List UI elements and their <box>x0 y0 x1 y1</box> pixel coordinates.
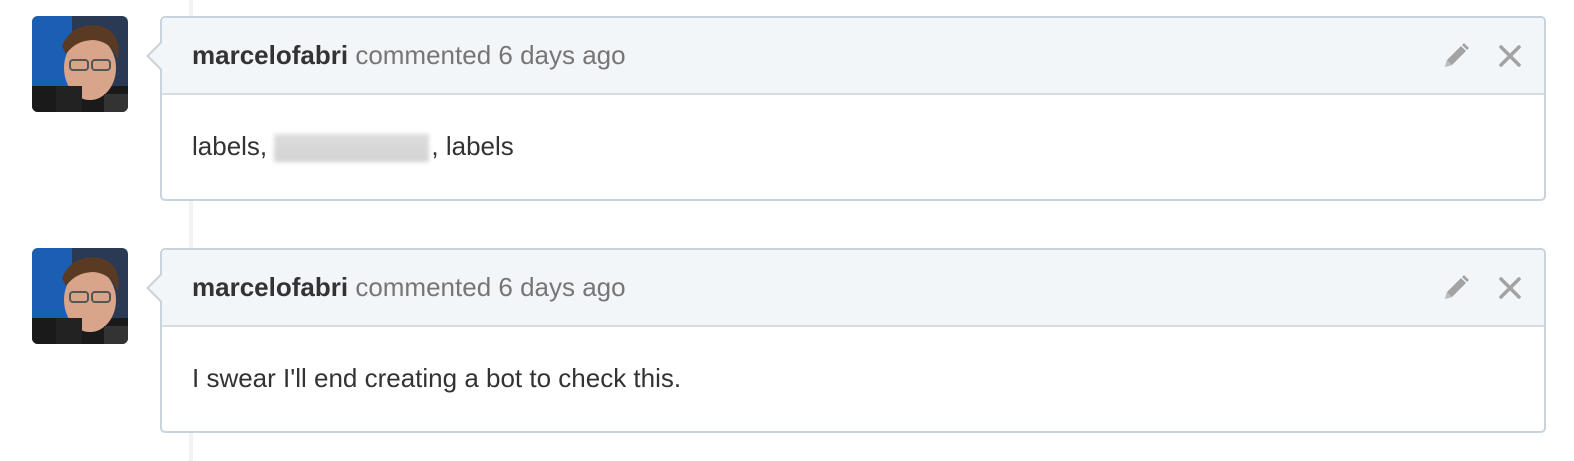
avatar[interactable] <box>32 248 128 344</box>
comment-text-after: , labels <box>431 131 514 161</box>
close-icon <box>1499 44 1521 67</box>
comment-pointer-inner <box>149 42 163 70</box>
comment-text: I swear I'll end creating a bot to check… <box>192 363 682 393</box>
comment-text-before: labels, <box>192 131 268 161</box>
delete-button[interactable] <box>1494 40 1526 72</box>
comment-action: commented <box>355 272 492 302</box>
edit-button[interactable] <box>1440 40 1472 72</box>
close-icon <box>1499 276 1521 299</box>
pencil-icon <box>1445 274 1469 299</box>
avatar-image <box>32 16 128 112</box>
comment-actions <box>1440 250 1526 325</box>
delete-button[interactable] <box>1494 272 1526 304</box>
comment-body: I swear I'll end creating a bot to check… <box>162 327 1544 394</box>
avatar[interactable] <box>32 16 128 112</box>
comment-author[interactable]: marcelofabri <box>192 272 348 302</box>
comment-pointer-inner <box>149 274 163 302</box>
comment-header: marcelofabri commented 6 days ago <box>162 18 1544 95</box>
redacted-text <box>274 134 430 163</box>
avatar-image <box>32 248 128 344</box>
pencil-icon <box>1445 42 1469 67</box>
comment-body: labels, , labels <box>162 95 1544 163</box>
comment-time[interactable]: 6 days ago <box>498 40 625 70</box>
edit-button[interactable] <box>1440 272 1472 304</box>
comment-author[interactable]: marcelofabri <box>192 40 348 70</box>
comment-actions <box>1440 18 1526 93</box>
comment-box: marcelofabri commented 6 days ago <box>160 16 1546 201</box>
comment-time[interactable]: 6 days ago <box>498 272 625 302</box>
comment-header: marcelofabri commented 6 days ago <box>162 250 1544 327</box>
comment-action: commented <box>355 40 492 70</box>
comment-box: marcelofabri commented 6 days ago <box>160 248 1546 433</box>
